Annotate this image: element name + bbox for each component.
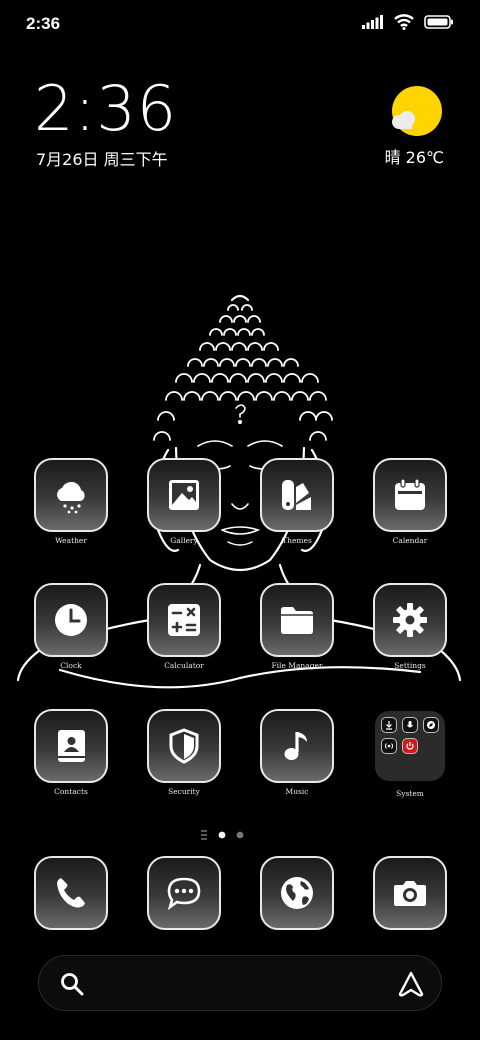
calculator-icon xyxy=(168,604,200,636)
app-label: Weather xyxy=(55,536,87,545)
contacts-icon xyxy=(58,730,85,762)
message-icon xyxy=(167,877,201,911)
app-gallery[interactable]: Gallery xyxy=(146,458,222,545)
signal-icon xyxy=(362,15,383,29)
search-bar[interactable] xyxy=(38,955,442,1011)
app-themes[interactable]: Themes xyxy=(259,458,335,545)
app-label: Calendar xyxy=(392,536,428,545)
folder-group-icon xyxy=(375,711,445,781)
app-label: System xyxy=(396,789,424,798)
power-icon xyxy=(402,738,418,754)
weather-widget[interactable]: 晴 26℃ xyxy=(364,80,444,170)
calendar-icon xyxy=(395,478,425,510)
image-icon xyxy=(169,480,199,510)
app-settings[interactable]: Settings xyxy=(372,583,448,670)
app-calculator[interactable]: Calculator xyxy=(146,583,222,670)
app-file-manager[interactable]: File Manager xyxy=(259,583,335,670)
dock-phone[interactable] xyxy=(33,856,109,930)
app-music[interactable]: Music xyxy=(259,709,335,796)
sunny-cloud-icon xyxy=(392,86,442,136)
broadcast-icon xyxy=(381,738,397,754)
clock-icon xyxy=(55,604,87,636)
cloud-rain-icon xyxy=(57,481,85,514)
app-label: File Manager xyxy=(271,661,323,670)
dock-messages[interactable] xyxy=(146,856,222,930)
app-contacts[interactable]: Contacts xyxy=(33,709,109,796)
clock-widget-time[interactable]: 2:36 xyxy=(34,72,177,145)
themes-icon xyxy=(282,480,311,510)
app-label: Music xyxy=(285,787,309,796)
app-clock[interactable]: Clock xyxy=(33,583,109,670)
home-list-icon xyxy=(201,830,207,840)
globe-icon xyxy=(281,877,313,909)
clock-widget-date[interactable]: 7月26日 周三下午 xyxy=(36,146,168,170)
app-label: Security xyxy=(168,787,200,796)
assistant-icon[interactable] xyxy=(397,970,425,998)
app-label: Calculator xyxy=(164,661,204,670)
shield-icon xyxy=(169,728,199,764)
app-label: Themes xyxy=(282,536,312,545)
wifi-icon xyxy=(394,14,414,30)
phone-icon xyxy=(57,878,85,908)
search-icon[interactable] xyxy=(59,971,85,997)
app-calendar[interactable]: Calendar xyxy=(372,458,448,545)
app-label: Contacts xyxy=(54,787,88,796)
app-security[interactable]: Security xyxy=(146,709,222,796)
gear-icon xyxy=(393,603,427,637)
status-time: 2:36 xyxy=(26,14,61,33)
app-label: Gallery xyxy=(170,536,198,545)
weather-text: 晴 26℃ xyxy=(384,148,444,167)
camera-icon xyxy=(394,881,426,906)
app-label: Settings xyxy=(394,661,426,670)
app-weather[interactable]: Weather xyxy=(33,458,109,545)
page-indicator[interactable] xyxy=(0,828,480,842)
dock-camera[interactable] xyxy=(372,856,448,930)
dock-browser[interactable] xyxy=(259,856,335,930)
battery-icon xyxy=(424,15,453,29)
compass-icon xyxy=(423,717,439,733)
app-label: Clock xyxy=(60,661,82,670)
recorder-icon xyxy=(402,717,418,733)
download-icon xyxy=(381,717,397,733)
page-dot xyxy=(236,831,244,839)
page-dot-active xyxy=(218,831,226,839)
folder-icon xyxy=(281,607,313,634)
status-bar: 2:36 xyxy=(0,0,480,50)
app-folder-system[interactable]: System xyxy=(372,709,448,798)
music-note-icon xyxy=(284,732,307,760)
